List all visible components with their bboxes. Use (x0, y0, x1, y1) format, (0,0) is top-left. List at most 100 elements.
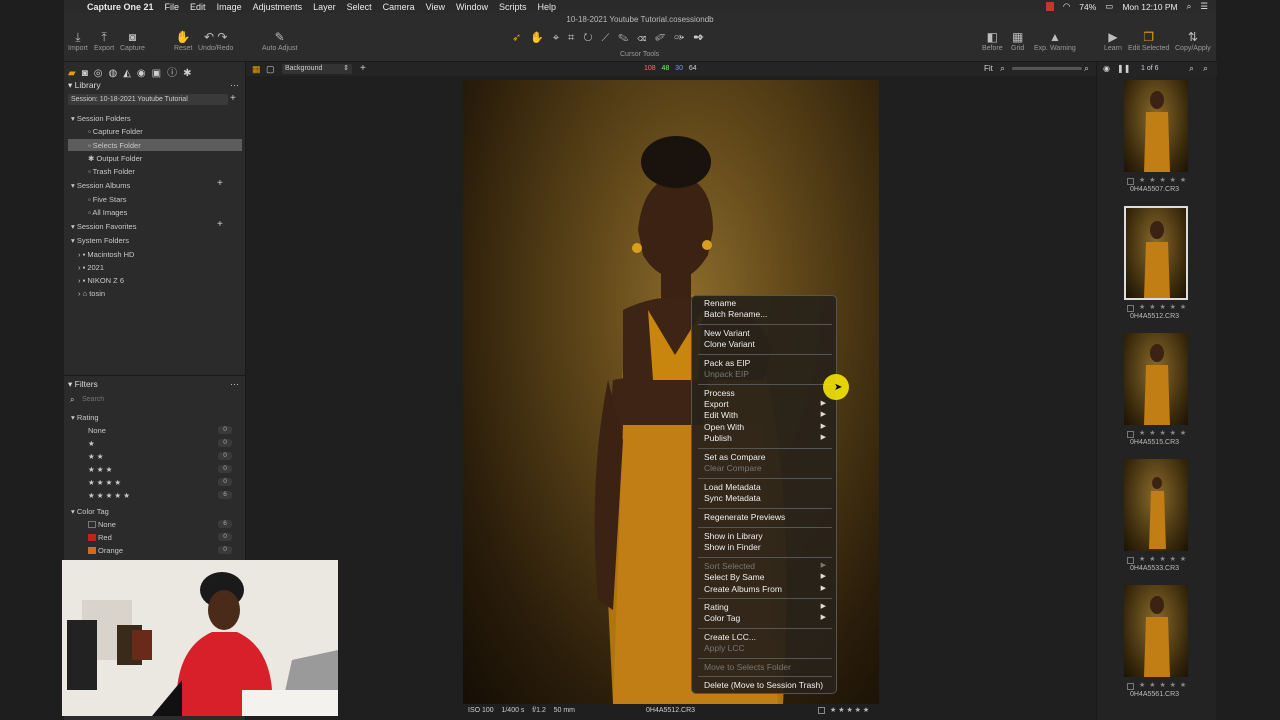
color-tag-header[interactable]: ▾ Color Tag (71, 507, 109, 516)
thumbnail-5-checkbox[interactable] (1127, 683, 1134, 690)
menu-image[interactable]: Image (217, 2, 242, 12)
rating-3-row[interactable]: ★ ★ ★ 0 (68, 465, 242, 475)
cursor-tools-group[interactable]: ➶✋⌖⌗↻⟋✎⌫✐✑✒ (512, 31, 713, 45)
lens-tab-icon[interactable]: ◎ (94, 68, 109, 79)
system-nikon-z6[interactable]: › ▪ NIKON Z 6 (78, 276, 124, 285)
menu-clone-variant[interactable]: Clone Variant (704, 339, 755, 349)
color-orange-row[interactable]: Orange 0 (68, 546, 242, 556)
menu-select-by-same[interactable]: Select By Same ▶ (704, 572, 832, 582)
brush-tool-icon[interactable]: ✎ (618, 32, 637, 44)
menu-edit[interactable]: Edit (190, 2, 206, 12)
filters-more-icon[interactable]: ··· (230, 379, 239, 389)
menu-batch-rename[interactable]: Batch Rename... (704, 309, 767, 319)
battery-icon[interactable]: ▭ (1105, 1, 1113, 12)
wifi-icon[interactable]: ◠ (1063, 1, 1070, 12)
system-folders-header[interactable]: ▾ System Folders (71, 236, 129, 245)
rating-none-row[interactable]: None 0 (68, 426, 242, 436)
thumbnail-5-stars[interactable]: ★ ★ ★ ★ ★ (1139, 681, 1187, 689)
select-checkbox[interactable] (818, 707, 825, 714)
add-favorite-icon[interactable]: + (217, 219, 223, 230)
tool-tabs[interactable]: ▰◙◎◍◭◉▣ⓘ✱ (68, 64, 198, 79)
rating-2-row[interactable]: ★ ★ 0 (68, 452, 242, 462)
rating-1-row[interactable]: ★ 0 (68, 439, 242, 449)
system-macintosh-hd[interactable]: › ▪ Macintosh HD (78, 250, 134, 259)
album-all-images[interactable]: ▫ All Images (88, 208, 127, 217)
thumbnail-2-stars[interactable]: ★ ★ ★ ★ ★ (1139, 303, 1187, 311)
details-tab-icon[interactable]: ◉ (137, 68, 152, 79)
menu-sync-metadata[interactable]: Sync Metadata (704, 493, 761, 503)
loupe-tool-icon[interactable]: ⌖ (553, 32, 568, 44)
menu-rename[interactable]: Rename (704, 298, 736, 308)
thumbnail-1-stars[interactable]: ★ ★ ★ ★ ★ (1139, 176, 1187, 184)
session-select[interactable]: Session: 10-18-2021 Youtube Tutorial (68, 94, 228, 105)
exp-warning-button[interactable]: ▲ Exp. Warning (1034, 29, 1076, 52)
color-tab-icon[interactable]: ◍ (108, 68, 123, 79)
menu-help[interactable]: Help (538, 2, 557, 12)
thumbnail-3[interactable] (1124, 333, 1188, 425)
menu-new-variant[interactable]: New Variant (704, 328, 750, 338)
undo-redo-button[interactable]: ↶ ↷ Undo/Redo (198, 29, 233, 52)
menu-list-icon[interactable]: ☰ (1200, 1, 1208, 12)
library-header[interactable]: ▾ Library (68, 80, 101, 91)
menu-open-with[interactable]: Open With ▶ (704, 422, 832, 432)
grid-view-icon[interactable]: ▦ (252, 64, 261, 75)
rating-header[interactable]: ▾ Rating (71, 413, 99, 422)
thumbnail-5[interactable] (1124, 585, 1188, 677)
menu-edit-with[interactable]: Edit With ▶ (704, 410, 832, 420)
layer-select[interactable]: Background ⇕ (282, 64, 352, 74)
export-button[interactable]: ⤒ Export (94, 29, 114, 52)
grid-button[interactable]: ▦ Grid (1011, 29, 1024, 52)
menu-window[interactable]: Window (456, 2, 488, 12)
reset-button[interactable]: ✋ Reset (174, 29, 192, 52)
thumbnail-1[interactable] (1124, 80, 1188, 172)
menu-camera[interactable]: Camera (383, 2, 415, 12)
menu-pack-eip[interactable]: Pack as EIP (704, 358, 750, 368)
session-folders-header[interactable]: ▾ Session Folders (71, 114, 131, 123)
exposure-tab-icon[interactable]: ◭ (123, 68, 137, 79)
adjustments-tab-icon[interactable]: ▣ (152, 68, 167, 79)
color-none-row[interactable]: None 6 (68, 520, 242, 530)
menu-export[interactable]: Export ▶ (704, 399, 832, 409)
selects-folder-item[interactable]: ▫ Selects Folder (68, 139, 242, 151)
menu-show-finder[interactable]: Show in Finder (704, 542, 761, 552)
menu-view[interactable]: View (426, 2, 445, 12)
browser-zoom-icon[interactable]: ⌕ (1203, 63, 1208, 74)
search-icon[interactable]: ⌕ (1187, 1, 1192, 12)
menu-delete[interactable]: Delete (Move to Session Trash) (704, 680, 823, 690)
menu-load-metadata[interactable]: Load Metadata (704, 482, 761, 492)
trash-folder-item[interactable]: ▫ Trash Folder (88, 167, 135, 176)
filter-search-input[interactable] (82, 394, 232, 404)
zoom-slider[interactable] (1012, 67, 1082, 70)
system-tosin[interactable]: › ⌂ tosin (78, 289, 105, 298)
auto-adjust-button[interactable]: ✎ Auto Adjust (262, 29, 297, 52)
learn-button[interactable]: ▶ Learn (1104, 29, 1122, 52)
thumbnail-4[interactable] (1124, 459, 1188, 551)
color-red-row[interactable]: Red 0 (68, 533, 242, 543)
import-button[interactable]: ⤓ Import (68, 29, 88, 52)
menu-show-library[interactable]: Show in Library (704, 531, 763, 541)
menu-layer[interactable]: Layer (313, 2, 336, 12)
single-view-icon[interactable]: ▢ (266, 64, 275, 75)
pan-tool-icon[interactable]: ✋ (530, 32, 553, 44)
add-album-icon[interactable]: + (217, 178, 223, 189)
fit-label[interactable]: Fit (984, 64, 993, 73)
add-icon[interactable]: + (230, 93, 236, 104)
system-2021[interactable]: › ▪ 2021 (78, 263, 104, 272)
before-button[interactable]: ◧ Before (982, 29, 1003, 52)
menu-select[interactable]: Select (347, 2, 372, 12)
menu-file[interactable]: File (165, 2, 180, 12)
status-red-icon[interactable] (1045, 2, 1054, 11)
browser-search-icon[interactable]: ⌕ (1189, 63, 1194, 74)
pause-icon[interactable]: ❚❚ (1117, 64, 1130, 73)
menu-set-compare[interactable]: Set as Compare (704, 452, 765, 462)
settings-tab-icon[interactable]: ✱ (183, 68, 197, 79)
menu-color-tag[interactable]: Color Tag ▶ (704, 613, 832, 623)
thumbnail-2-checkbox[interactable] (1127, 305, 1134, 312)
capture-button[interactable]: ◙ Capture (120, 29, 145, 52)
annotate-tool-icon[interactable]: ✒ (693, 32, 713, 44)
thumbnail-1-checkbox[interactable] (1127, 178, 1134, 185)
rating-5-row[interactable]: ★ ★ ★ ★ ★ 6 (68, 491, 242, 501)
thumbnail-2-selected[interactable] (1124, 206, 1188, 300)
menu-process[interactable]: Process (704, 388, 735, 398)
clock[interactable]: Mon 12:10 PM (1122, 2, 1177, 12)
